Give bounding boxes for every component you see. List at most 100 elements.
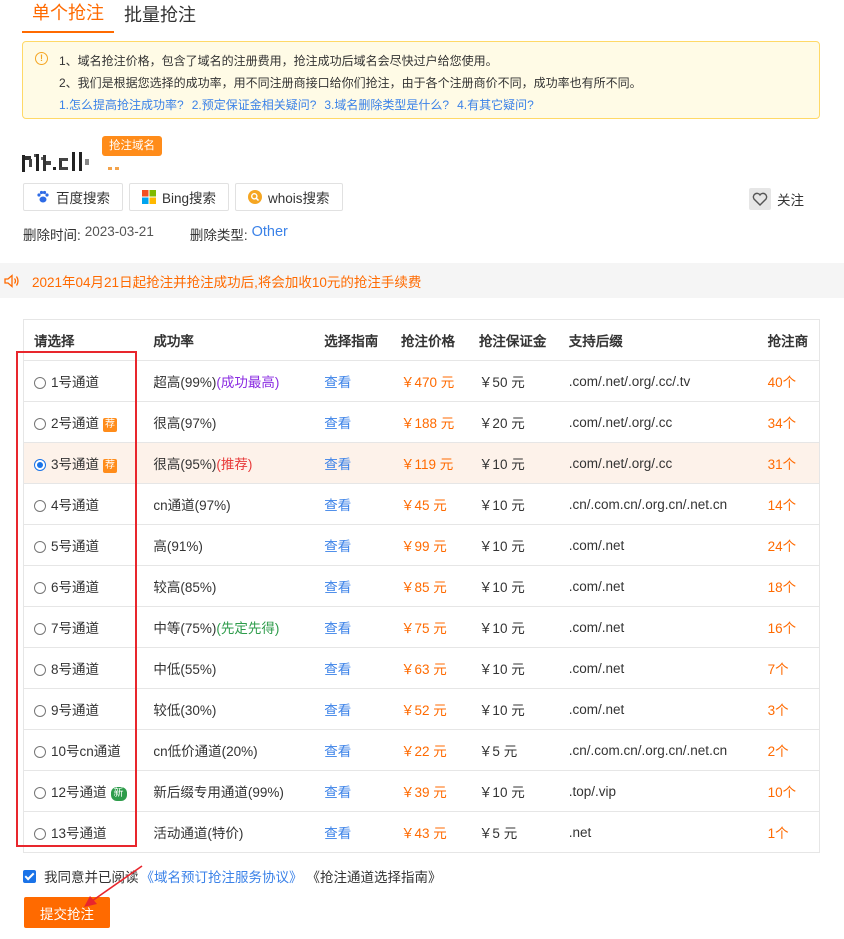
- guide-link[interactable]: 查看: [314, 524, 392, 566]
- channel-name: 10号cn通道: [51, 744, 121, 759]
- rate-cell: 中等(75%)(先定先得): [143, 606, 315, 648]
- success-rate: 超高(99%): [153, 375, 217, 390]
- guide-link[interactable]: 查看: [314, 647, 392, 689]
- channel-radio[interactable]: [34, 623, 46, 635]
- table-row[interactable]: 1号通道 超高(99%)(成功最高) 查看 ￥470 元 ￥50 元 .com/.net/…: [23, 360, 820, 402]
- table-row[interactable]: 6号通道 较高(85%) 查看 ￥85 元 ￥10 元 .com/.net 18个: [23, 565, 820, 607]
- deposit-cell: ￥50 元: [468, 360, 559, 402]
- table-row[interactable]: 2号通道荐很高(97%) 查看 ￥188 元 ￥20 元 .com/.net/.org/…: [23, 401, 820, 443]
- guide-link[interactable]: 查看: [314, 729, 392, 771]
- channel-cell[interactable]: 8号通道: [23, 647, 144, 689]
- channel-name: 1号通道: [51, 375, 100, 390]
- channel-cell[interactable]: 7号通道: [23, 606, 144, 648]
- price-cell: ￥22 元: [391, 729, 469, 771]
- deposit-cell: ￥5 元: [468, 811, 559, 853]
- guide-link[interactable]: 查看: [314, 688, 392, 730]
- tab-batch-snipe[interactable]: 批量抢注: [114, 3, 206, 33]
- rate-note: (成功最高): [216, 375, 280, 390]
- delete-type-label: 删除类型:: [189, 228, 248, 243]
- submit-snipe-button[interactable]: 提交抢注: [24, 897, 110, 928]
- channel-cell[interactable]: 10号cn通道: [23, 729, 144, 771]
- channel-name: 2号通道: [51, 416, 100, 431]
- channel-cell[interactable]: 12号通道新: [23, 770, 144, 812]
- faq-link[interactable]: 1.怎么提高抢注成功率?: [59, 98, 184, 112]
- channel-name: 3号通道: [51, 457, 100, 472]
- channel-radio[interactable]: [34, 664, 46, 676]
- channel-cell[interactable]: 5号通道: [23, 524, 144, 566]
- faq-link[interactable]: 3.域名删除类型是什么?: [324, 98, 449, 112]
- guide-link[interactable]: 查看: [314, 811, 392, 853]
- tab-single-snipe[interactable]: 单个抢注: [22, 1, 114, 33]
- windows-icon: [142, 190, 156, 204]
- table-row[interactable]: 12号通道新新后缀专用通道(99%) 查看 ￥39 元 ￥10 元 .top/.vip 1…: [23, 770, 820, 812]
- table-row[interactable]: 5号通道 高(91%) 查看 ￥99 元 ￥10 元 .com/.net 24个: [23, 524, 820, 566]
- faq-link[interactable]: 4.有其它疑问?: [457, 98, 534, 112]
- faq-links: 1.怎么提高抢注成功率? 2.预定保证金相关疑问? 3.域名删除类型是什么? 4.有其…: [59, 94, 807, 116]
- col-header-suffix: 支持后缀: [558, 319, 758, 361]
- whois-search-button[interactable]: whois搜索: [235, 183, 343, 211]
- channel-name: 12号通道: [51, 785, 107, 800]
- follow-button[interactable]: 关注: [749, 188, 804, 210]
- channel-cell[interactable]: 6号通道: [23, 565, 144, 607]
- channel-radio[interactable]: [34, 582, 46, 594]
- registrar-count: 24个: [757, 524, 820, 566]
- channel-cell[interactable]: 2号通道荐: [23, 401, 144, 443]
- registrar-count: 31个: [757, 442, 820, 484]
- channel-name: 7号通道: [51, 621, 100, 636]
- channel-radio[interactable]: [34, 705, 46, 717]
- guide-link[interactable]: 查看: [314, 565, 392, 607]
- whois-search-label: whois搜索: [268, 191, 330, 206]
- channel-radio[interactable]: [34, 746, 46, 758]
- channel-radio[interactable]: [34, 828, 46, 840]
- faq-link[interactable]: 2.预定保证金相关疑问?: [192, 98, 317, 112]
- channel-radio[interactable]: [34, 541, 46, 553]
- channel-cell[interactable]: 1号通道: [23, 360, 144, 402]
- channel-name: 9号通道: [51, 703, 100, 718]
- guide-link[interactable]: 查看: [314, 360, 392, 402]
- channel-cell[interactable]: 13号通道: [23, 811, 144, 853]
- table-row[interactable]: 13号通道 活动通道(特价) 查看 ￥43 元 ￥5 元 .net 1个: [23, 811, 820, 853]
- registrar-count: 2个: [757, 729, 820, 771]
- table-row[interactable]: 8号通道 中低(55%) 查看 ￥63 元 ￥10 元 .com/.net 7个: [23, 647, 820, 689]
- deposit-cell: ￥10 元: [468, 442, 559, 484]
- channel-cell[interactable]: 4号通道: [23, 483, 144, 525]
- channel-radio[interactable]: [34, 459, 46, 471]
- delete-time-value: 2023-03-21: [84, 224, 154, 239]
- table-row[interactable]: 9号通道 较低(30%) 查看 ￥52 元 ￥10 元 .com/.net 3个: [23, 688, 820, 730]
- channel-radio[interactable]: [34, 500, 46, 512]
- table-row[interactable]: 4号通道 cn通道(97%) 查看 ￥45 元 ￥10 元 .cn/.com.cn/.or…: [23, 483, 820, 525]
- suffix-cell: .com/.net/.org/.cc: [558, 442, 758, 484]
- delete-type-link[interactable]: Other: [252, 224, 288, 244]
- bing-search-button[interactable]: Bing搜索: [129, 183, 230, 211]
- deposit-cell: ￥10 元: [468, 770, 559, 812]
- channel-radio[interactable]: [34, 377, 46, 389]
- guide-link[interactable]: 查看: [314, 401, 392, 443]
- channel-cell[interactable]: 3号通道荐: [23, 442, 144, 484]
- agree-checkbox[interactable]: [23, 869, 36, 883]
- success-rate: 较高(85%): [153, 580, 217, 595]
- col-header-rate: 成功率: [143, 319, 315, 361]
- channel-radio[interactable]: [34, 787, 46, 799]
- service-agreement-link[interactable]: 《域名预订抢注服务协议》: [141, 866, 303, 886]
- table-row[interactable]: 10号cn通道 cn低价通道(20%) 查看 ￥22 元 ￥5 元 .cn/.com.cn…: [23, 729, 820, 771]
- agreement-prefix: 我同意并已阅读: [44, 870, 139, 885]
- guide-link[interactable]: 查看: [314, 442, 392, 484]
- price-cell: ￥188 元: [391, 401, 469, 443]
- guide-link[interactable]: 查看: [314, 770, 392, 812]
- rate-note: (推荐): [216, 457, 253, 472]
- registrar-count: 14个: [757, 483, 820, 525]
- suffix-cell: .com/.net: [558, 688, 758, 730]
- notice-box: ! 1、域名抢注价格，包含了域名的注册费用，抢注成功后域名会尽快过户给您使用。 …: [22, 41, 820, 119]
- guide-link[interactable]: 查看: [314, 483, 392, 525]
- table-row[interactable]: 3号通道荐很高(95%)(推荐) 查看 ￥119 元 ￥10 元 .com/.net/.…: [23, 442, 820, 484]
- deposit-cell: ￥20 元: [468, 401, 559, 443]
- snipe-domain-tag: 抢注域名: [102, 136, 162, 156]
- registrar-count: 18个: [757, 565, 820, 607]
- table-row[interactable]: 7号通道 中等(75%)(先定先得) 查看 ￥75 元 ￥10 元 .com/.net 16…: [23, 606, 820, 648]
- channel-radio[interactable]: [34, 418, 46, 430]
- channel-cell[interactable]: 9号通道: [23, 688, 144, 730]
- rate-cell: cn通道(97%): [143, 483, 315, 525]
- rate-cell: 高(91%): [143, 524, 315, 566]
- guide-link[interactable]: 查看: [314, 606, 392, 648]
- baidu-search-button[interactable]: 百度搜索: [23, 183, 123, 211]
